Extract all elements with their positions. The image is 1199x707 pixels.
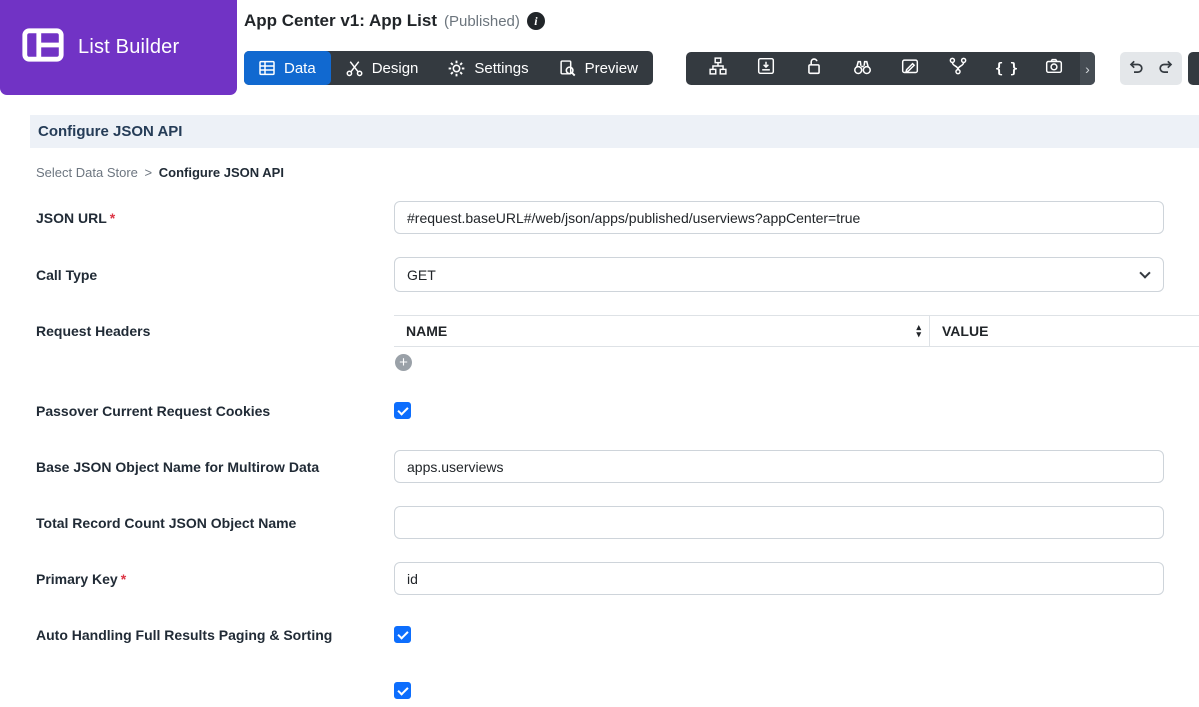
preview-magnifier-icon [559, 60, 576, 77]
page-title: App Center v1: App List [244, 11, 437, 31]
import-button[interactable] [742, 52, 790, 85]
form-row-primary-key: Primary Key* [30, 562, 1199, 595]
screenshot-button[interactable] [1030, 52, 1078, 85]
brand-title: List Builder [78, 36, 179, 59]
passover-cookies-checkbox[interactable] [394, 402, 411, 419]
total-record-count-label: Total Record Count JSON Object Name [30, 515, 394, 531]
publish-status: (Published) [444, 13, 520, 30]
chevron-down-icon [1139, 267, 1150, 278]
breadcrumb: Select Data Store > Configure JSON API [36, 165, 1199, 180]
edit-properties-button[interactable] [886, 52, 934, 85]
permission-button[interactable] [790, 52, 838, 85]
form-row-request-headers: Request Headers NAME ▴▾ VALUE + [30, 315, 1199, 371]
form-row-passover-cookies: Passover Current Request Cookies [30, 394, 1199, 427]
base-json-object-label: Base JSON Object Name for Multirow Data [30, 459, 394, 475]
call-type-label: Call Type [30, 267, 394, 283]
git-branch-icon [949, 57, 967, 80]
toolbar-scroll-right[interactable]: › [1080, 52, 1095, 85]
auto-handling-checkbox[interactable] [394, 626, 411, 643]
call-type-selected-value: GET [407, 267, 436, 283]
column-header-name[interactable]: NAME ▴▾ [394, 316, 930, 346]
panel-header: Configure JSON API [30, 115, 1199, 148]
passover-cookies-label: Passover Current Request Cookies [30, 403, 394, 419]
tab-preview-label: Preview [585, 60, 638, 77]
form-row-call-type: Call Type GET [30, 257, 1199, 292]
list-builder-logo-icon [22, 28, 64, 67]
form-row-total-record-count: Total Record Count JSON Object Name [30, 506, 1199, 539]
panel-title: Configure JSON API [38, 123, 182, 140]
add-header-row: + [394, 347, 1199, 371]
redo-button[interactable] [1155, 57, 1177, 81]
json-url-input[interactable] [394, 201, 1164, 234]
top-bar: List Builder App Center v1: App List (Pu… [0, 0, 1199, 96]
brand-block: List Builder [0, 0, 237, 95]
tab-settings-label: Settings [474, 60, 528, 77]
sitemap-icon [709, 57, 727, 80]
gear-icon [448, 60, 465, 77]
tab-settings[interactable]: Settings [433, 51, 543, 85]
cutoff-checkbox[interactable] [394, 682, 411, 699]
total-record-count-input[interactable] [394, 506, 1164, 539]
request-headers-table-head: NAME ▴▾ VALUE [394, 315, 1199, 347]
cutoff-toolbar-button[interactable] [1188, 52, 1199, 85]
design-scissors-icon [346, 60, 363, 77]
history-group [1120, 52, 1182, 85]
camera-icon [1045, 57, 1063, 80]
find-usages-button[interactable] [838, 52, 886, 85]
json-url-label: JSON URL* [30, 210, 394, 226]
request-headers-label: Request Headers [30, 315, 394, 339]
form-row-auto-handling: Auto Handling Full Results Paging & Sort… [30, 618, 1199, 651]
sitemap-button[interactable] [694, 52, 742, 85]
breadcrumb-select-data-store[interactable]: Select Data Store [36, 165, 138, 180]
form-row-json-url: JSON URL* [30, 201, 1199, 234]
info-icon[interactable]: i [527, 12, 545, 30]
quick-icon-toolbar: { } › [686, 52, 1095, 85]
column-header-value: VALUE [930, 316, 1199, 346]
add-row-icon[interactable]: + [395, 354, 412, 371]
required-asterisk: * [121, 571, 126, 587]
braces-icon: { } [995, 61, 1017, 77]
configure-json-api-panel: Configure JSON API Select Data Store > C… [30, 115, 1199, 707]
breadcrumb-current: Configure JSON API [159, 165, 284, 180]
tab-preview[interactable]: Preview [544, 51, 653, 85]
title-row: App Center v1: App List (Published) i [244, 11, 545, 31]
form-row-cutoff [30, 674, 1199, 707]
tab-design-label: Design [372, 60, 419, 77]
undo-button[interactable] [1125, 57, 1147, 81]
required-asterisk: * [110, 210, 115, 226]
form-row-base-json-object: Base JSON Object Name for Multirow Data [30, 450, 1199, 483]
sort-icon: ▴▾ [916, 324, 921, 338]
request-headers-table: NAME ▴▾ VALUE + [394, 315, 1199, 371]
import-box-icon [757, 57, 775, 80]
auto-handling-label: Auto Handling Full Results Paging & Sort… [30, 627, 394, 643]
primary-key-label: Primary Key* [30, 571, 394, 587]
redo-icon [1157, 57, 1175, 80]
breadcrumb-separator: > [145, 165, 153, 180]
data-list-icon [259, 60, 275, 76]
base-json-object-input[interactable] [394, 450, 1164, 483]
tab-data[interactable]: Data [244, 51, 331, 85]
builder-tabbar: Data Design [244, 51, 653, 85]
open-lock-icon [805, 57, 823, 80]
branch-button[interactable] [934, 52, 982, 85]
binoculars-icon [853, 57, 872, 81]
primary-key-input[interactable] [394, 562, 1164, 595]
tab-design[interactable]: Design [331, 51, 434, 85]
edit-box-icon [901, 57, 919, 80]
undo-icon [1127, 57, 1145, 80]
tab-data-label: Data [284, 60, 316, 77]
call-type-select[interactable]: GET [394, 257, 1164, 292]
json-definition-button[interactable]: { } [982, 52, 1030, 85]
